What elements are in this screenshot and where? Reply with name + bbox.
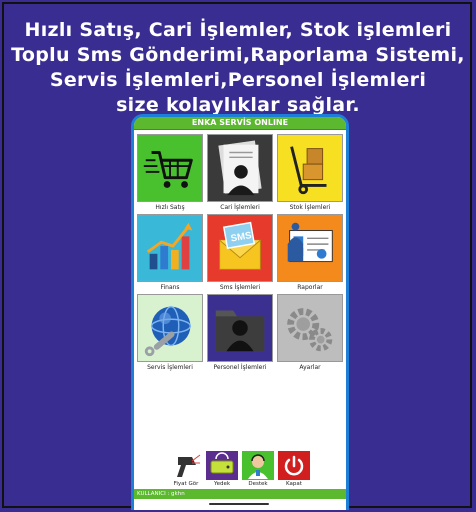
- gears-icon: [287, 308, 333, 352]
- tile-sms-islemleri[interactable]: SMS: [207, 214, 273, 282]
- tile-label-stok-islemleri: Stok İşlemleri: [289, 204, 331, 211]
- promo-line-3: Servis İşlemleri,Personel İşlemleri: [49, 69, 427, 91]
- app-title-bar: ENKA SERVİS ONLINE: [134, 117, 346, 130]
- destek-button[interactable]: [242, 451, 274, 480]
- kapat-button[interactable]: [278, 451, 310, 480]
- report-screen-icon: [287, 222, 333, 263]
- destek-label: Destek: [248, 481, 268, 487]
- home-indicator[interactable]: [209, 503, 269, 505]
- promo-text: Hızlı Satış, Cari İşlemler, Stok işlemle…: [0, 18, 476, 118]
- tile-label-cari-islemleri: Cari İşlemleri: [220, 204, 260, 211]
- tile-hizli-satis[interactable]: [137, 134, 203, 202]
- tile-label-sms-islemleri: Sms İşlemleri: [219, 284, 261, 291]
- support-agent-icon: [248, 454, 268, 479]
- tile-stok-islemleri[interactable]: [277, 134, 343, 202]
- fiyat-gor-label: Fiyat Gör: [173, 481, 199, 487]
- tile-servis-islemleri[interactable]: [137, 294, 203, 362]
- person-document-icon: [218, 140, 262, 196]
- kapat-label: Kapat: [286, 481, 302, 487]
- tile-raporlar[interactable]: [277, 214, 343, 282]
- bar-chart-icon: [138, 215, 202, 281]
- tile-personel-islemleri[interactable]: [207, 294, 273, 362]
- phone-screen: ENKA SERVİS ONLINE Hızlı Satış Cari İşle…: [131, 114, 349, 510]
- shopping-cart-icon: [143, 151, 193, 188]
- fiyat-gor-button[interactable]: [170, 451, 202, 480]
- person-folder-icon: [215, 310, 265, 352]
- sms-envelope-icon: SMS: [219, 221, 261, 270]
- hand-truck-icon: [290, 146, 327, 195]
- power-icon: [284, 455, 304, 476]
- tile-cari-islemleri[interactable]: [207, 134, 273, 202]
- user-footer: KULLANICI : gkhn: [134, 489, 346, 499]
- globe-wrench-icon: [144, 305, 192, 357]
- promo-line-2: Toplu Sms Gönderimi,Raporlama Sistemi,: [11, 44, 465, 66]
- tile-label-ayarlar: Ayarlar: [299, 364, 321, 371]
- tile-label-raporlar: Raporlar: [297, 284, 323, 291]
- tile-finans[interactable]: [137, 214, 203, 282]
- tile-label-finans: Finans: [160, 284, 180, 291]
- backup-drive-icon: [210, 452, 234, 474]
- promo-line-1: Hızlı Satış, Cari İşlemler, Stok işlemle…: [24, 19, 452, 41]
- tile-ayarlar[interactable]: [277, 294, 343, 362]
- yedek-button[interactable]: [206, 451, 238, 480]
- barcode-scanner-icon: [177, 454, 201, 477]
- tile-label-personel-islemleri: Personel İşlemleri: [213, 364, 267, 371]
- tile-label-servis-islemleri: Servis İşlemleri: [147, 364, 193, 371]
- yedek-label: Yedek: [213, 481, 231, 487]
- tile-label-hizli-satis: Hızlı Satış: [155, 204, 185, 211]
